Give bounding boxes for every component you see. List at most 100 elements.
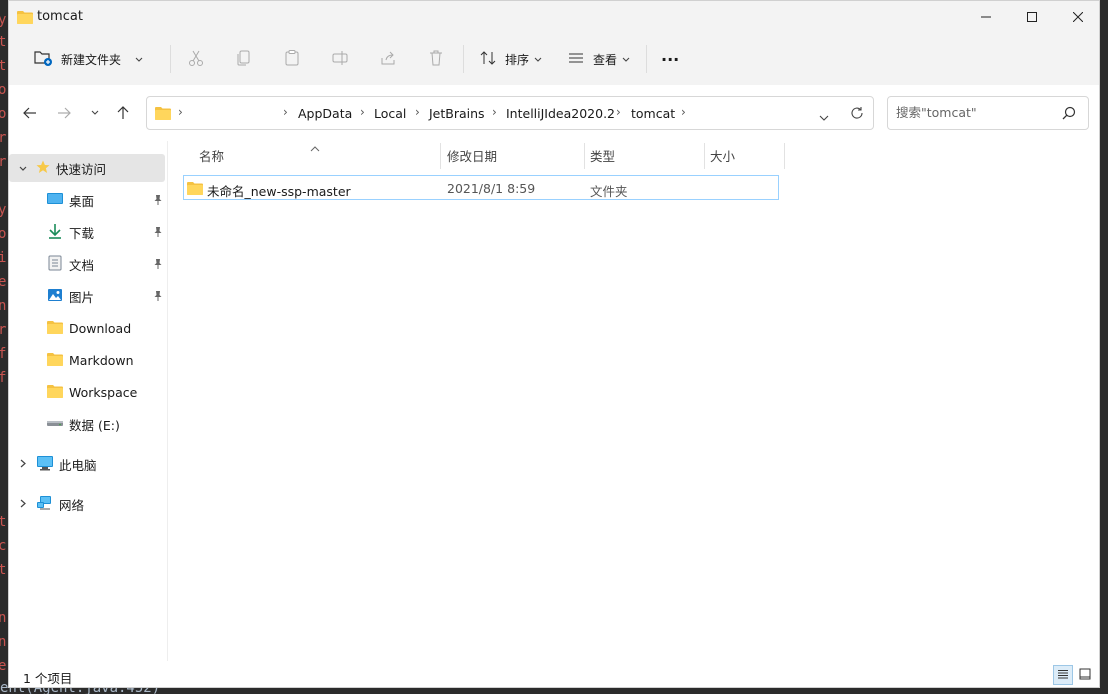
sidebar-item-download-folder[interactable]: Download — [9, 314, 165, 342]
sidebar-item-this-pc[interactable]: 此电脑 — [9, 450, 165, 478]
sort-ascending-icon — [310, 141, 320, 155]
bg-code-char: n — [0, 298, 7, 314]
chevron-right-icon: › — [283, 105, 288, 119]
sidebar-item-label: Download — [69, 320, 132, 336]
column-header-type[interactable]: 类型 — [590, 141, 615, 169]
more-options-button[interactable]: ··· — [661, 43, 679, 75]
file-explorer-window: tomcat 新建文件夹 排序 查看 ··· › › AppData › Loc… — [8, 0, 1100, 688]
bg-code-char: o — [0, 82, 7, 98]
download-icon — [47, 223, 63, 242]
copy-button[interactable] — [235, 43, 253, 75]
table-row[interactable]: 未命名_new-ssp-master 2021/8/1 8:59 文件夹 — [183, 175, 779, 200]
rename-button[interactable] — [331, 43, 349, 75]
pin-icon[interactable] — [153, 258, 163, 273]
close-button[interactable] — [1055, 1, 1099, 33]
more-options-icon: ··· — [661, 49, 680, 69]
view-list-icon — [567, 49, 585, 70]
sidebar-item-network[interactable]: 网络 — [9, 490, 165, 518]
sidebar-item-markdown[interactable]: Markdown — [9, 346, 165, 374]
sidebar-item-label: 图片 — [69, 289, 95, 305]
network-icon — [37, 495, 53, 514]
pin-icon[interactable] — [153, 290, 163, 305]
pin-icon[interactable] — [153, 226, 163, 241]
sidebar-item-workspace[interactable]: Workspace — [9, 378, 165, 406]
share-button[interactable] — [379, 43, 397, 75]
sidebar-item-label: 桌面 — [69, 193, 95, 209]
column-header-date[interactable]: 修改日期 — [447, 141, 497, 169]
details-view-button[interactable] — [1053, 665, 1073, 685]
file-date: 2021/8/1 8:59 — [447, 181, 536, 196]
bg-code-char: n — [0, 610, 7, 626]
column-divider[interactable] — [584, 143, 585, 169]
refresh-icon[interactable] — [850, 106, 864, 123]
back-button[interactable] — [20, 103, 40, 123]
pin-icon[interactable] — [153, 194, 163, 209]
sidebar-item-desktop[interactable]: 桌面 — [9, 186, 165, 214]
sidebar-item-pictures[interactable]: 图片 — [9, 282, 165, 310]
column-header-size[interactable]: 大小 — [710, 141, 735, 169]
breadcrumb-local[interactable]: Local — [374, 106, 406, 121]
drive-icon — [47, 417, 63, 431]
search-box[interactable] — [887, 96, 1089, 130]
sidebar-item-label: 文档 — [69, 257, 95, 273]
address-bar[interactable]: › › AppData › Local › JetBrains › Intell… — [146, 96, 874, 130]
large-icons-view-button[interactable] — [1075, 665, 1095, 685]
up-button[interactable] — [113, 103, 133, 123]
file-name: 未命名_new-ssp-master — [207, 184, 351, 199]
chevron-down-icon[interactable] — [19, 161, 27, 175]
sidebar-item-label: Markdown — [69, 352, 134, 368]
sort-button[interactable]: 排序 — [479, 43, 542, 75]
toolbar-divider — [170, 45, 171, 73]
title-bar[interactable]: tomcat — [9, 1, 1099, 33]
view-button[interactable]: 查看 — [567, 43, 630, 75]
minimize-button[interactable] — [963, 1, 1009, 33]
maximize-button[interactable] — [1009, 1, 1055, 33]
sidebar-item-quick-access[interactable]: 快速访问 — [9, 154, 165, 182]
breadcrumb-tomcat[interactable]: tomcat — [631, 106, 675, 121]
bg-code-char: o — [0, 226, 7, 242]
search-icon[interactable] — [1062, 106, 1076, 123]
star-icon — [36, 160, 50, 177]
bg-code-char: y — [0, 12, 7, 28]
bg-code-char: e — [0, 274, 7, 290]
computer-icon — [37, 455, 53, 474]
new-folder-button[interactable]: 新建文件夹 — [33, 43, 143, 75]
toolbar-divider — [463, 45, 464, 73]
column-divider[interactable] — [784, 143, 785, 169]
column-header-name[interactable]: 名称 — [199, 141, 224, 169]
bg-code-char: t — [0, 58, 7, 74]
search-input[interactable] — [896, 105, 1056, 120]
folder-icon — [47, 384, 63, 401]
view-label: 查看 — [593, 52, 618, 67]
chevron-right-icon[interactable] — [20, 457, 26, 471]
navigation-pane: 快速访问 桌面 下载 文档 图片 Download Markdown Works… — [9, 141, 168, 661]
delete-button[interactable] — [427, 43, 445, 75]
copy-icon — [235, 49, 253, 70]
column-divider[interactable] — [440, 143, 441, 169]
forward-button[interactable] — [54, 103, 74, 123]
cut-button[interactable] — [187, 43, 205, 75]
paste-button[interactable] — [283, 43, 301, 75]
address-dropdown-button[interactable] — [819, 110, 829, 124]
breadcrumb-intellij[interactable]: IntelliJIdea2020.2 — [506, 106, 615, 121]
sidebar-item-downloads[interactable]: 下载 — [9, 218, 165, 246]
folder-icon — [47, 320, 63, 337]
sidebar-item-documents[interactable]: 文档 — [9, 250, 165, 278]
sidebar-item-label: 下载 — [69, 225, 95, 241]
column-divider[interactable] — [704, 143, 705, 169]
command-bar: 新建文件夹 排序 查看 ··· — [9, 33, 1099, 86]
bg-code-char: f — [0, 370, 7, 386]
window-title: tomcat — [37, 9, 83, 24]
breadcrumb-jetbrains[interactable]: JetBrains — [429, 106, 485, 121]
folder-icon — [47, 352, 63, 369]
address-row: › › AppData › Local › JetBrains › Intell… — [9, 85, 1099, 141]
sidebar-item-drive-e[interactable]: 数据 (E:) — [9, 410, 165, 438]
chevron-right-icon[interactable] — [20, 497, 26, 511]
recent-locations-button[interactable] — [85, 103, 105, 123]
chevron-down-icon — [534, 52, 542, 66]
large-icons-view-icon — [1079, 668, 1091, 683]
bg-code-char: r — [0, 154, 7, 170]
breadcrumb-appdata[interactable]: AppData — [298, 106, 352, 121]
chevron-down-icon — [622, 52, 630, 66]
new-folder-label: 新建文件夹 — [61, 52, 122, 67]
